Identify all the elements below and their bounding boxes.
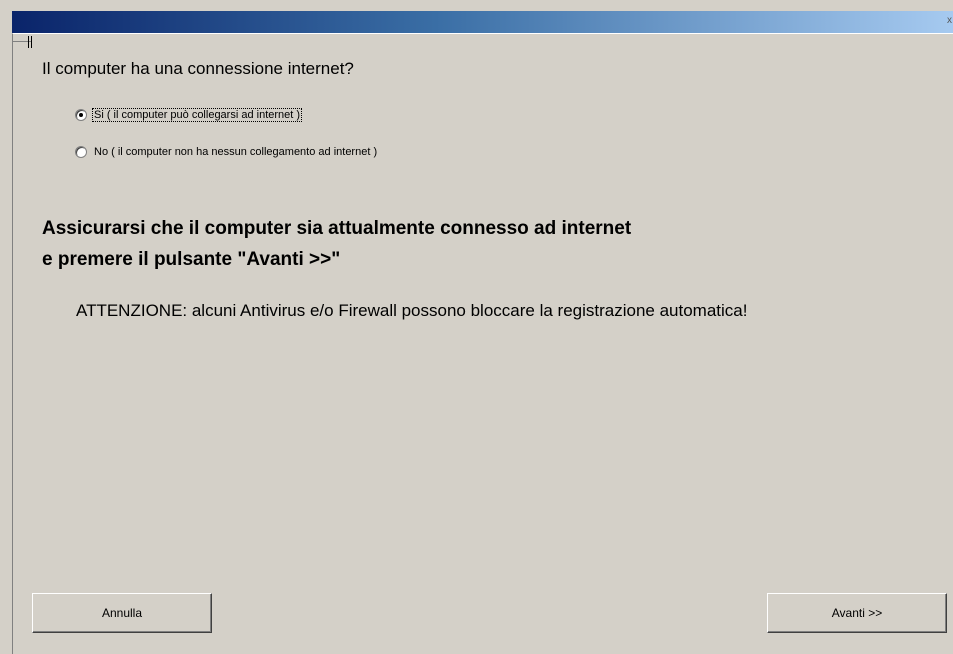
cancel-button[interactable]: Annulla	[32, 593, 212, 633]
instruction-line-2: e premere il pulsante "Avanti >>"	[42, 249, 341, 270]
close-icon[interactable]: x	[947, 16, 952, 26]
wizard-window: x Il computer ha una connessione interne…	[0, 0, 953, 654]
question-label: Il computer ha una connessione internet?	[42, 59, 354, 78]
grip-mark	[28, 36, 29, 48]
title-bar[interactable]: x	[12, 11, 953, 33]
next-button[interactable]: Avanti >>	[767, 593, 947, 633]
instruction-line-1: Assicurarsi che il computer sia attualme…	[42, 218, 632, 239]
radio-option-no-label[interactable]: No ( il computer non ha nessun collegame…	[93, 146, 378, 158]
radio-option-yes-label[interactable]: Si ( il computer può collegarsi ad inter…	[91, 108, 303, 122]
grip-mark	[31, 36, 32, 48]
radio-option-no[interactable]: No ( il computer non ha nessun collegame…	[75, 146, 378, 158]
radio-unselected-icon[interactable]	[75, 146, 87, 158]
radio-selected-icon[interactable]	[75, 109, 87, 121]
wizard-panel: Il computer ha una connessione internet?…	[12, 33, 953, 654]
radio-option-yes[interactable]: Si ( il computer può collegarsi ad inter…	[75, 108, 303, 122]
warning-text: ATTENZIONE: alcuni Antivirus e/o Firewal…	[76, 301, 748, 320]
